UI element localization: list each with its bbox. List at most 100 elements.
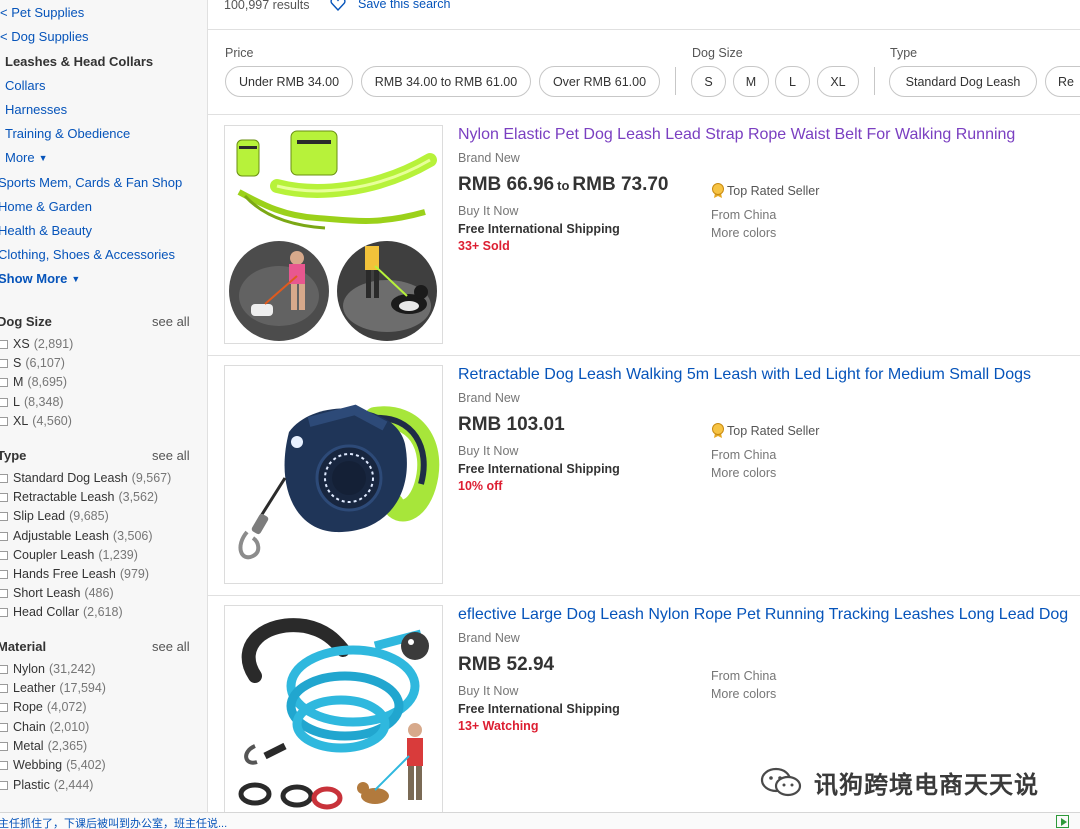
type-retractable-pill[interactable]: Re [1045,66,1080,97]
listing-price: RMB 103.01 [458,414,565,435]
facet-rope[interactable]: Rope (4,072) [0,700,87,714]
size-l-pill[interactable]: L [775,66,810,97]
listing-image[interactable] [224,125,443,344]
type-standard-pill[interactable]: Standard Dog Leash [889,66,1037,97]
facet-chain[interactable]: Chain (2,010) [0,720,89,734]
see-all-dog-size[interactable]: see all [152,314,190,329]
checkbox[interactable] [0,339,8,349]
facet-leather[interactable]: Leather (17,594) [0,681,106,695]
refinement-bar: Price Under RMB 34.00 RMB 34.00 to RMB 6… [208,30,1080,115]
more-categories-link[interactable]: More ▼ [5,150,48,165]
checkbox[interactable] [0,780,8,790]
facet-short-leash[interactable]: Short Leash (486) [0,586,114,600]
listing-location: From China [711,448,777,462]
listing-image[interactable] [224,605,443,817]
rope-leash-image [225,606,442,816]
checkbox[interactable] [0,416,8,426]
listing-title[interactable]: eflective Large Dog Leash Nylon Rope Pet… [458,606,1068,624]
facet-hands-free-leash[interactable]: Hands Free Leash (979) [0,567,149,581]
facet-m[interactable]: M (8,695) [0,375,67,389]
checkbox[interactable] [0,550,8,560]
category-harnesses[interactable]: Harnesses [5,102,67,117]
listing-image[interactable] [224,365,443,584]
facet-standard-dog-leash[interactable]: Standard Dog Leash (9,567) [0,471,171,485]
more-colors: More colors [711,226,777,240]
facet-label: Hands Free Leash [13,567,116,581]
bottom-strip-text[interactable]: 主任抓住了，下课后被叫到办公室，班主任说... [0,815,227,829]
facet-slip-lead[interactable]: Slip Lead (9,685) [0,509,109,523]
category-collars[interactable]: Collars [5,78,45,93]
price-range-pill[interactable]: RMB 34.00 to RMB 61.00 [361,66,531,97]
filter-divider [675,67,676,95]
show-more-link[interactable]: Show More ▼ [0,271,80,286]
listing-title[interactable]: Nylon Elastic Pet Dog Leash Lead Strap R… [458,126,1015,144]
category-clothing-shoes[interactable]: Clothing, Shoes & Accessories [0,247,175,262]
facet-count: (3,506) [112,529,153,543]
category-health-beauty[interactable]: Health & Beauty [0,223,92,238]
facet-label: L [13,395,20,409]
facet-plastic[interactable]: Plastic (2,444) [0,778,93,792]
checkbox[interactable] [0,569,8,579]
listing-shipping: Free International Shipping [458,462,620,476]
category-home-garden[interactable]: Home & Garden [0,199,92,214]
results-count: 100,997 results [224,0,310,12]
checkbox[interactable] [0,377,8,387]
facet-label: Nylon [13,662,45,676]
facet-l[interactable]: L (8,348) [0,395,64,409]
checkbox[interactable] [0,741,8,751]
facet-metal[interactable]: Metal (2,365) [0,739,87,753]
seller-badge-label: Top Rated Seller [727,424,820,438]
checkbox[interactable] [0,358,8,368]
checkbox[interactable] [0,531,8,541]
facet-count: (6,107) [25,356,65,370]
checkbox[interactable] [0,702,8,712]
aspect-title-type: Type [0,448,27,463]
category-sports-mem[interactable]: Sports Mem, Cards & Fan Shop [0,175,182,190]
save-search-label: Save this search [358,0,451,11]
facet-s[interactable]: S (6,107) [0,356,65,370]
price-over-pill[interactable]: Over RMB 61.00 [539,66,660,97]
listing-price: RMB 66.96 to RMB 73.70 [458,174,669,196]
size-xl-pill[interactable]: XL [817,66,859,97]
facet-retractable-leash[interactable]: Retractable Leash (3,562) [0,490,158,504]
facet-webbing[interactable]: Webbing (5,402) [0,758,106,772]
facet-count: (8,348) [23,395,64,409]
listing-title[interactable]: Retractable Dog Leash Walking 5m Leash w… [458,366,1031,384]
checkbox[interactable] [0,588,8,598]
facet-label: Webbing [13,758,63,772]
facet-nylon[interactable]: Nylon (31,242) [0,662,96,676]
checkbox[interactable] [0,607,8,617]
checkbox[interactable] [0,492,8,502]
wechat-logo-icon [760,767,802,797]
play-icon[interactable] [1056,815,1069,828]
type-filter-label: Type [890,46,918,60]
checkbox[interactable] [0,511,8,521]
checkbox[interactable] [0,473,8,483]
checkbox[interactable] [0,397,8,407]
see-all-type[interactable]: see all [152,448,190,463]
listing-discount: 10% off [458,479,503,493]
facet-label: Retractable Leash [13,490,115,504]
facet-adjustable-leash[interactable]: Adjustable Leash (3,506) [0,529,153,543]
listing-item: Retractable Dog Leash Walking 5m Leash w… [208,356,1080,596]
facet-label: XL [13,414,29,428]
facet-head-collar[interactable]: Head Collar (2,618) [0,605,123,619]
facet-coupler-leash[interactable]: Coupler Leash (1,239) [0,548,138,562]
checkbox[interactable] [0,722,8,732]
facet-xs[interactable]: XS (2,891) [0,337,73,351]
price-under-pill[interactable]: Under RMB 34.00 [225,66,353,97]
size-s-pill[interactable]: S [691,66,726,97]
facet-label: M [13,375,24,389]
category-leashes-head-collars[interactable]: Leashes & Head Collars [5,54,153,69]
size-m-pill[interactable]: M [733,66,769,97]
checkbox[interactable] [0,760,8,770]
checkbox[interactable] [0,683,8,693]
category-pet-supplies[interactable]: < Pet Supplies [0,5,84,20]
facet-count: (9,685) [69,509,109,523]
facet-xl[interactable]: XL (4,560) [0,414,72,428]
save-search-link[interactable]: Save this search [330,0,450,11]
checkbox[interactable] [0,664,8,674]
category-training-obedience[interactable]: Training & Obedience [5,126,130,141]
category-dog-supplies[interactable]: < Dog Supplies [0,29,89,44]
see-all-material[interactable]: see all [152,639,190,654]
